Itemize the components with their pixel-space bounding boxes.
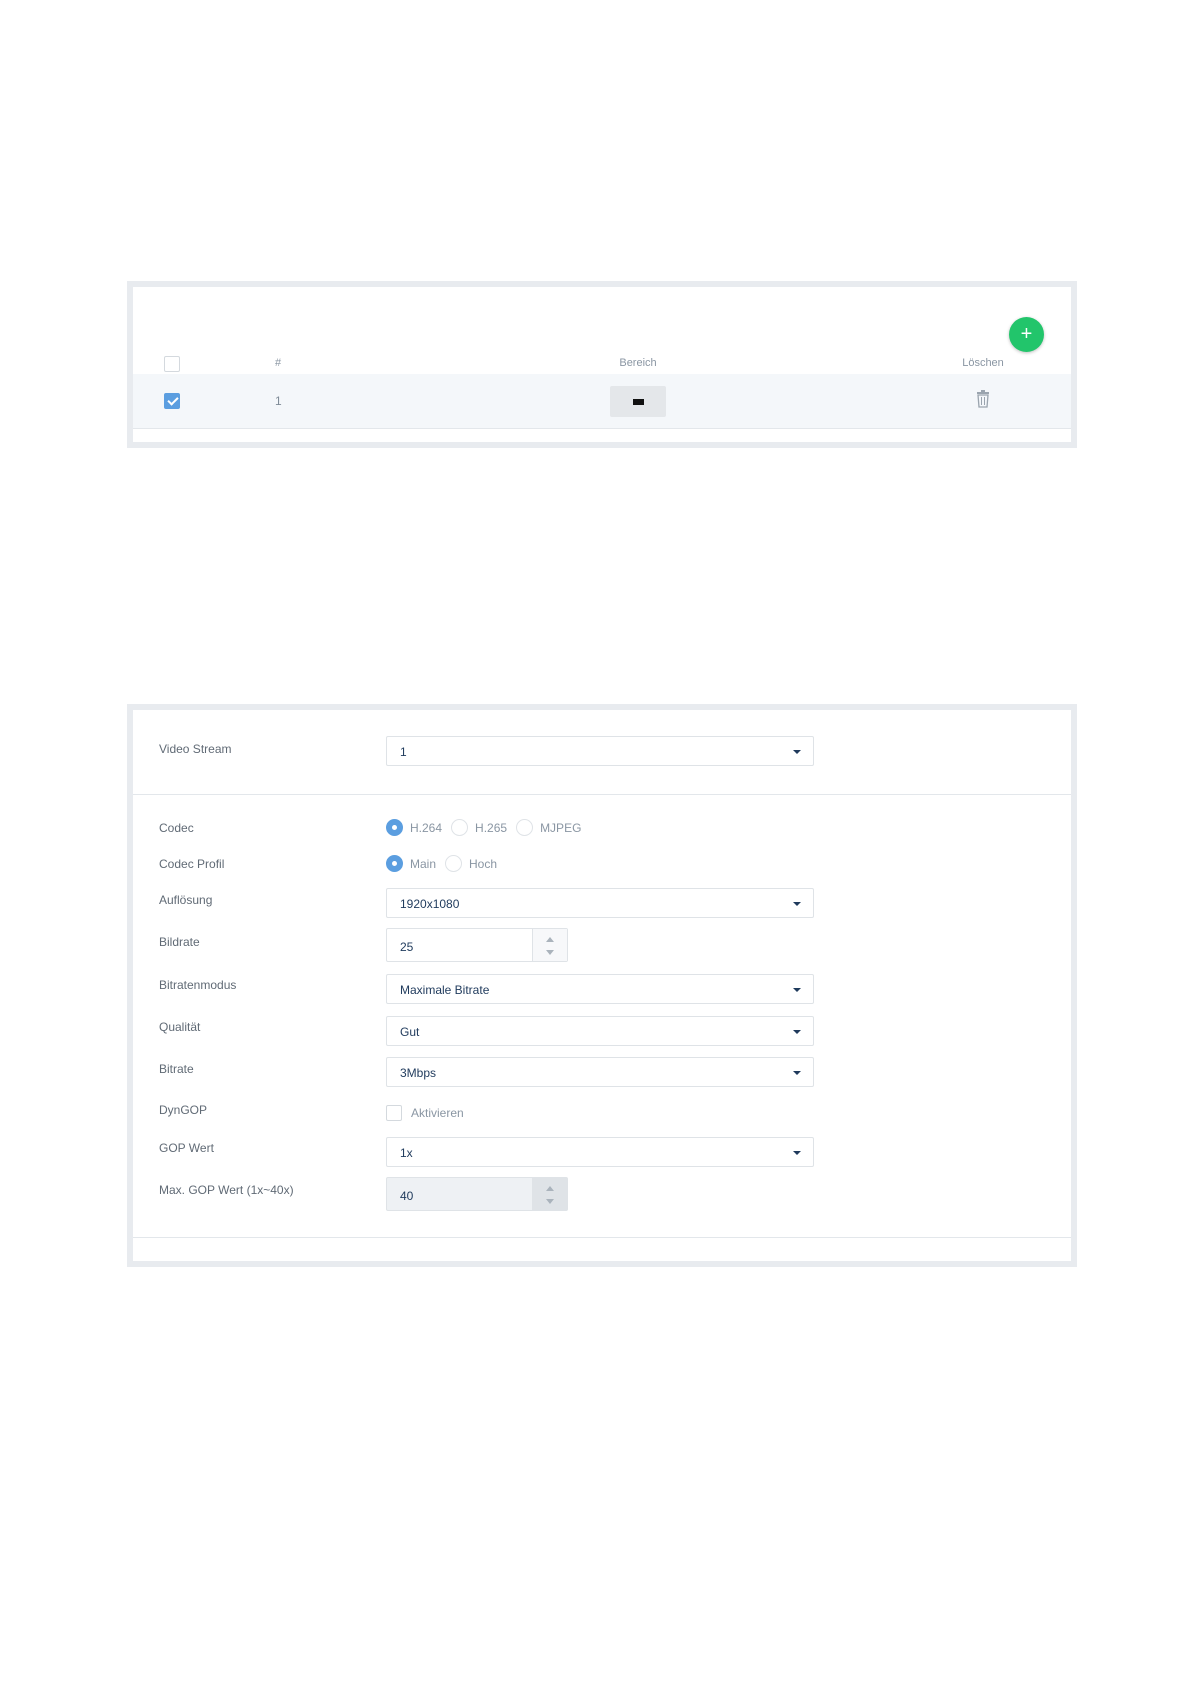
quality-select[interactable]: Gut xyxy=(386,1016,814,1046)
codec-mjpeg-label: MJPEG xyxy=(540,820,582,835)
max-gop-label: Max. GOP Wert (1x~40x) xyxy=(159,1183,294,1197)
spin-down-icon xyxy=(546,1199,554,1204)
codec-profile-label: Codec Profil xyxy=(159,857,225,871)
codec-profile-radio-group: Main Hoch xyxy=(386,855,506,872)
chevron-down-icon xyxy=(793,750,801,754)
dyngop-checkbox[interactable] xyxy=(386,1105,402,1121)
bitrate-label: Bitrate xyxy=(159,1062,194,1076)
video-stream-select[interactable]: 1 xyxy=(386,736,814,766)
max-gop-value: 40 xyxy=(400,1189,414,1203)
dyngop-label: DynGOP xyxy=(159,1103,208,1117)
header-area: Bereich xyxy=(619,357,657,369)
bitrate-mode-select[interactable]: Maximale Bitrate xyxy=(386,974,814,1004)
chevron-down-icon xyxy=(793,1151,801,1155)
profile-high-label: Hoch xyxy=(469,856,498,871)
chevron-down-icon xyxy=(793,902,801,906)
spin-up-icon xyxy=(546,1186,554,1191)
resolution-select[interactable]: 1920x1080 xyxy=(386,888,814,918)
codec-h264-radio[interactable] xyxy=(386,819,403,836)
form-footer-divider xyxy=(133,1237,1071,1238)
video-stream-label: Video Stream xyxy=(159,742,232,756)
spin-down-icon[interactable] xyxy=(546,950,554,955)
gop-value-label: GOP Wert xyxy=(159,1141,214,1155)
quality-label: Qualität xyxy=(159,1020,201,1034)
bitrate-mode-value: Maximale Bitrate xyxy=(400,983,490,997)
dyngop-checkbox-label: Aktivieren xyxy=(411,1106,464,1120)
profile-high-radio[interactable] xyxy=(445,855,463,872)
frame-rate-spin-buttons xyxy=(532,929,567,961)
section-divider xyxy=(133,794,1071,795)
area-preview-button[interactable] xyxy=(610,386,666,417)
resolution-label: Auflösung xyxy=(159,893,213,907)
bitrate-value: 3Mbps xyxy=(400,1066,437,1080)
gop-value-value: 1x xyxy=(400,1146,413,1160)
chevron-down-icon xyxy=(793,1071,801,1075)
video-stream-value: 1 xyxy=(400,745,407,759)
resolution-value: 1920x1080 xyxy=(400,897,460,911)
header-number: # xyxy=(275,357,282,369)
stream-settings-panel: Video Stream 1 Codec H.264 H.265 MJPEG C… xyxy=(127,704,1077,1267)
bitrate-select[interactable]: 3Mbps xyxy=(386,1057,814,1087)
profile-main-label: Main xyxy=(410,856,437,871)
chevron-down-icon xyxy=(793,988,801,992)
table-header: # Bereich Löschen xyxy=(133,347,1071,375)
frame-rate-stepper[interactable]: 25 xyxy=(386,928,568,962)
select-all-checkbox[interactable] xyxy=(164,356,180,372)
frame-rate-value: 25 xyxy=(400,940,414,954)
codec-h264-label: H.264 xyxy=(410,820,443,835)
area-table-panel: + # Bereich Löschen 1 xyxy=(127,281,1077,448)
codec-label: Codec xyxy=(159,821,194,835)
header-delete: Löschen xyxy=(962,357,1004,369)
gop-value-select[interactable]: 1x xyxy=(386,1137,814,1167)
codec-radio-group: H.264 H.265 MJPEG xyxy=(386,819,590,836)
max-gop-stepper: 40 xyxy=(386,1177,568,1211)
codec-h265-radio[interactable] xyxy=(451,819,469,836)
codec-mjpeg-radio[interactable] xyxy=(516,819,534,836)
quality-value: Gut xyxy=(400,1025,420,1039)
frame-rate-label: Bildrate xyxy=(159,935,200,949)
row-number: 1 xyxy=(275,394,282,408)
trash-icon[interactable] xyxy=(976,390,990,408)
max-gop-spin-buttons xyxy=(532,1178,567,1210)
profile-main-radio[interactable] xyxy=(386,855,403,872)
table-row: 1 xyxy=(133,374,1071,429)
row-checkbox[interactable] xyxy=(164,393,180,409)
area-table: + # Bereich Löschen 1 xyxy=(133,287,1071,442)
bitrate-mode-label: Bitratenmodus xyxy=(159,978,237,992)
spin-up-icon[interactable] xyxy=(546,937,554,942)
dyngop-checkbox-row: Aktivieren xyxy=(386,1105,464,1121)
stream-settings-form: Video Stream 1 Codec H.264 H.265 MJPEG C… xyxy=(133,710,1071,1261)
codec-h265-label: H.265 xyxy=(475,820,508,835)
chevron-down-icon xyxy=(793,1030,801,1034)
